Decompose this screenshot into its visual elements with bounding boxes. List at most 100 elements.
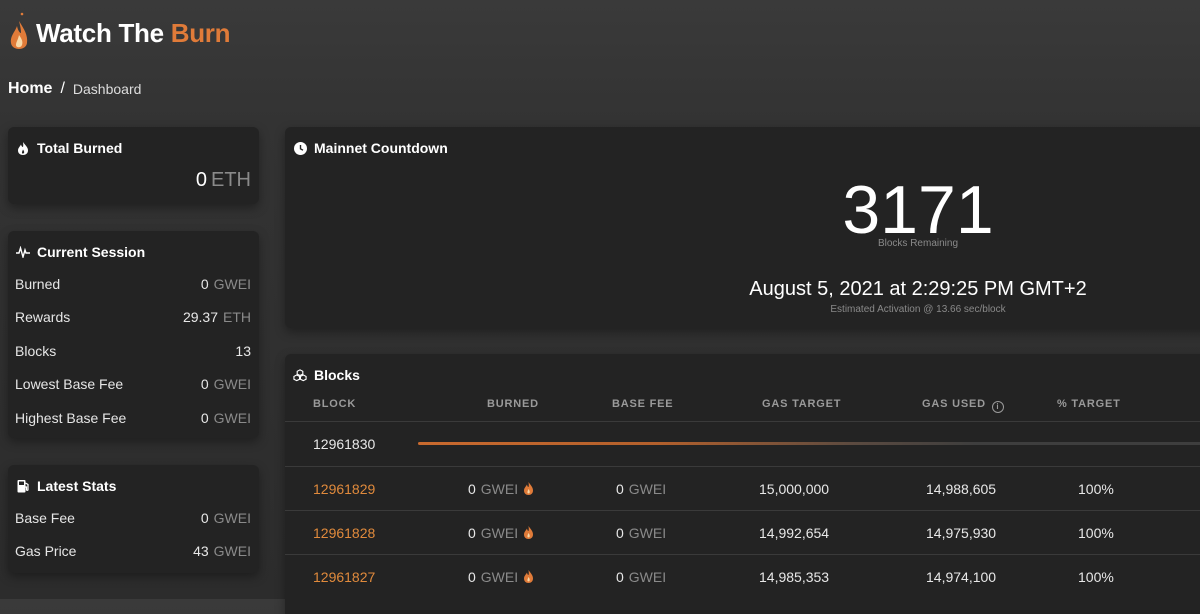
row-divider: [285, 554, 1200, 555]
current-session-card: Current Session Burned 0 GWEI Rewards 29.…: [8, 231, 259, 438]
gas-pump-icon: [16, 479, 30, 493]
base-fee-value: 0: [616, 525, 624, 541]
stat-value: 0 GWEI: [201, 276, 251, 292]
burned-unit: GWEI: [480, 525, 519, 541]
current-session-label: Current Session: [37, 244, 146, 260]
row-divider: [285, 421, 1200, 422]
stat-unit: ETH: [223, 309, 251, 325]
base-fee-value: 0: [616, 569, 624, 585]
pulse-icon: [16, 245, 30, 259]
column-header-gas-used[interactable]: GAS USED i: [922, 398, 1004, 413]
stat-value: 43 GWEI: [193, 543, 251, 559]
pct-target-cell: 100%: [1078, 481, 1114, 497]
breadcrumb-home-link[interactable]: Home: [8, 80, 52, 98]
stat-unit: GWEI: [213, 543, 251, 559]
stat-value: 0 GWEI: [201, 410, 251, 426]
burned-unit: GWEI: [480, 481, 519, 497]
stat-label: Highest Base Fee: [15, 410, 127, 426]
gas-target-cell: 15,000,000: [759, 481, 830, 497]
breadcrumb-current: Dashboard: [72, 81, 142, 97]
block-link[interactable]: 12961827: [313, 569, 375, 585]
row-divider: [285, 466, 1200, 467]
stat-number: 0: [200, 376, 209, 392]
total-burned-label: Total Burned: [37, 140, 123, 156]
column-header-pct-target[interactable]: % TARGET: [1057, 398, 1121, 410]
activation-estimate-note: Estimated Activation @ 13.66 sec/block: [830, 304, 1006, 315]
stat-label: Rewards: [15, 309, 71, 325]
pending-block-number: 12961830: [313, 436, 376, 452]
gas-used-header-label: GAS USED: [922, 398, 986, 410]
column-header-base-fee[interactable]: BASE FEE: [612, 398, 673, 410]
info-icon[interactable]: i: [991, 401, 1004, 413]
burned-value: 0: [468, 525, 476, 541]
pct-target-cell: 100%: [1078, 569, 1114, 585]
base-fee-unit: GWEI: [628, 569, 667, 585]
app-title-accent: Burn: [170, 17, 231, 48]
burned-unit: GWEI: [480, 569, 519, 585]
stat-number: 0: [200, 410, 209, 426]
stat-value: 13: [235, 343, 251, 359]
latest-stats-card: Latest Stats Base Fee 0 GWEI Gas Price 43…: [8, 465, 259, 573]
session-row-blocks: Blocks 13: [15, 341, 251, 361]
stat-value: 29.37 ETH: [183, 309, 251, 325]
stat-number: 13: [235, 343, 251, 359]
base-fee-unit: GWEI: [628, 525, 667, 541]
pending-progress-bar: [418, 442, 1200, 445]
app-title[interactable]: Watch The Burn: [36, 17, 231, 49]
stat-number: 43: [193, 543, 209, 559]
stats-row-gas-price: Gas Price 43 GWEI: [15, 541, 251, 561]
stat-label: Burned: [15, 276, 61, 292]
app-header: Watch The Burn: [8, 8, 231, 58]
blocks-card: Blocks BLOCK BURNED BASE FEE GAS TARGET …: [285, 354, 1200, 614]
total-burned-unit: ETH: [211, 169, 251, 191]
base-fee-unit: GWEI: [628, 481, 667, 497]
pct-target-cell: 100%: [1078, 525, 1114, 541]
stats-row-base-fee: Base Fee 0 GWEI: [15, 508, 251, 528]
clock-icon: [293, 141, 307, 155]
session-row-burned: Burned 0 GWEI: [15, 274, 251, 294]
base-fee-cell: 0 GWEI: [616, 481, 666, 497]
block-link[interactable]: 12961829: [313, 481, 375, 497]
flame-icon: [524, 570, 534, 583]
flame-logo-icon: [10, 12, 28, 49]
breadcrumb: Home / Dashboard: [8, 80, 141, 98]
stat-unit: GWEI: [213, 510, 251, 526]
session-row-rewards: Rewards 29.37 ETH: [15, 307, 251, 327]
base-fee-cell: 0 GWEI: [616, 525, 666, 541]
stat-label: Gas Price: [15, 543, 77, 559]
session-row-lowest-base-fee: Lowest Base Fee 0 GWEI: [15, 374, 251, 394]
blocks-title: Blocks: [293, 367, 360, 383]
app-title-main: Watch The: [36, 17, 164, 48]
column-header-gas-target[interactable]: GAS TARGET: [762, 398, 841, 410]
column-header-block[interactable]: BLOCK: [313, 398, 356, 410]
flame-icon: [524, 482, 534, 495]
latest-stats-label: Latest Stats: [37, 478, 117, 494]
stat-value: 0 GWEI: [201, 376, 251, 392]
stat-label: Lowest Base Fee: [15, 376, 124, 392]
countdown-title: Mainnet Countdown: [293, 140, 448, 156]
latest-stats-title: Latest Stats: [16, 478, 116, 494]
stat-label: Blocks: [15, 343, 57, 359]
breadcrumb-separator: /: [60, 80, 65, 97]
burned-cell: 0 GWEI: [468, 569, 534, 585]
row-divider: [285, 510, 1200, 511]
flame-icon: [524, 526, 534, 539]
blocks-remaining-label: Blocks Remaining: [877, 238, 959, 249]
gas-used-cell: 14,974,100: [926, 569, 997, 585]
base-fee-cell: 0 GWEI: [616, 569, 666, 585]
stat-number: 0: [200, 510, 209, 526]
gas-used-cell: 14,988,605: [926, 481, 997, 497]
flame-icon: [16, 141, 30, 155]
column-header-burned[interactable]: BURNED: [487, 398, 539, 410]
stat-unit: GWEI: [213, 376, 251, 392]
base-fee-value: 0: [616, 481, 624, 497]
stat-unit: GWEI: [213, 276, 251, 292]
cubes-icon: [293, 368, 307, 382]
block-link[interactable]: 12961828: [313, 525, 375, 541]
burned-cell: 0 GWEI: [468, 481, 534, 497]
total-burned-value: 0 ETH: [196, 169, 251, 192]
total-burned-amount: 0: [195, 169, 207, 191]
gas-used-cell: 14,975,930: [926, 525, 997, 541]
blocks-label: Blocks: [314, 367, 360, 383]
session-row-highest-base-fee: Highest Base Fee 0 GWEI: [15, 408, 251, 428]
